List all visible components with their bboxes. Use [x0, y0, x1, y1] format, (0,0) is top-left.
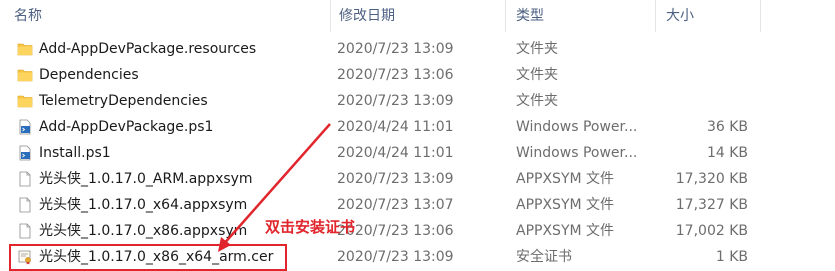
annotation-arrow	[218, 123, 331, 252]
annotation-highlight-box	[9, 244, 287, 271]
annotation-label: 双击安装证书	[265, 218, 356, 236]
